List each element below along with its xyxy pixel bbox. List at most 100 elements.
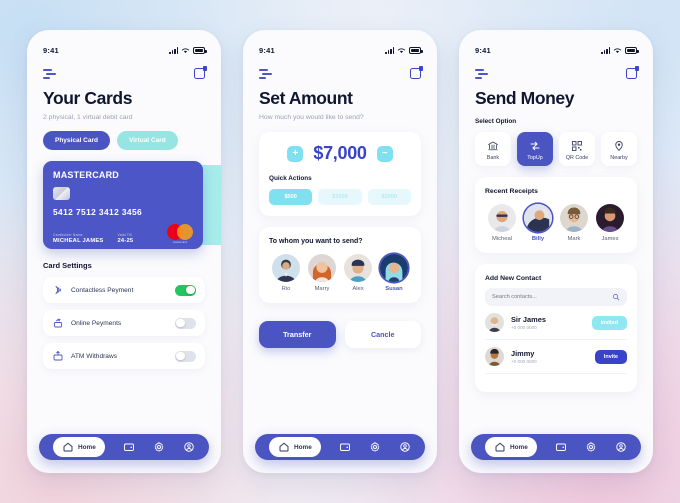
receipt-mark[interactable]: Mark — [557, 204, 591, 242]
recipient-rio[interactable]: Rio — [269, 254, 303, 292]
avatar — [485, 347, 504, 366]
search-input[interactable] — [492, 294, 612, 300]
bottom-navigation: Home — [39, 434, 209, 460]
card-valid-block: Valid Till 24-25 — [117, 233, 133, 245]
atm-icon — [53, 351, 63, 361]
home-icon — [63, 442, 73, 452]
receipt-james[interactable]: James — [593, 204, 627, 242]
gear-icon[interactable] — [369, 441, 381, 453]
mastercard-logo-text: mastercard — [173, 241, 187, 244]
invite-button[interactable]: Invite — [594, 349, 627, 364]
status-bar: 9:41 — [39, 44, 209, 57]
recipient-name: Alex — [352, 286, 364, 292]
location-pin-icon — [615, 140, 623, 151]
phone-mockups-stage: 9:41 Your Cards 2 physical, 1 virtual de… — [0, 0, 680, 503]
setting-label-atm-withdraws: ATM Withdraws — [71, 352, 118, 360]
invited-button[interactable]: Invited — [591, 315, 627, 330]
tab-virtual-card[interactable]: Virtual Card — [117, 131, 178, 150]
quick-amount-500[interactable]: $500 — [269, 189, 313, 205]
toggle-contactless[interactable] — [175, 284, 196, 296]
menu-icon[interactable] — [475, 68, 488, 79]
menu-icon[interactable] — [259, 68, 272, 79]
search-contacts-field[interactable] — [485, 288, 627, 306]
toggle-online-payments[interactable] — [175, 317, 196, 329]
contact-phone: +0 000 0000 — [511, 359, 537, 364]
contact-info: Sir James +0 000 0000 — [511, 315, 546, 330]
credit-card[interactable]: MASTERCARD 5412 7512 3412 3456 Cardholde… — [43, 161, 203, 249]
signal-icon — [385, 47, 394, 54]
notification-square-icon[interactable] — [194, 66, 207, 79]
home-icon — [495, 442, 505, 452]
nav-item-home[interactable]: Home — [485, 437, 537, 457]
receipt-name: James — [601, 236, 619, 242]
recipients-list: Rio Marry Alex Susan — [269, 254, 411, 292]
quick-amount-1500[interactable]: $1500 — [318, 189, 362, 205]
bank-icon — [488, 141, 498, 150]
profile-icon[interactable] — [399, 441, 411, 453]
notification-square-icon[interactable] — [410, 66, 423, 79]
avatar — [272, 254, 300, 282]
search-icon — [612, 293, 620, 301]
wallet-icon[interactable] — [123, 441, 135, 453]
receipt-billy[interactable]: Billy — [521, 204, 555, 242]
option-label: TopUp — [527, 155, 543, 161]
recipient-marry[interactable]: Marry — [305, 254, 339, 292]
quick-amount-2000[interactable]: $2000 — [367, 189, 411, 205]
card-valid-value: 24-25 — [117, 238, 134, 244]
nav-item-home[interactable]: Home — [269, 437, 321, 457]
transfer-button[interactable]: Transfer — [259, 321, 336, 348]
card-holder-block: Cardholder Name MICHEAL JAMES — [53, 233, 103, 245]
profile-icon[interactable] — [183, 441, 195, 453]
receipt-name: Micheal — [492, 236, 512, 242]
notification-square-icon[interactable] — [626, 66, 639, 79]
cancel-button[interactable]: Cancle — [344, 321, 421, 348]
status-icons — [169, 47, 207, 54]
mastercard-logo: mastercard — [167, 224, 193, 244]
card-settings-title: Card Settings — [43, 261, 92, 270]
recipients-title: To whom you want to send? — [269, 238, 363, 245]
nav-home-label: Home — [294, 443, 312, 451]
wallet-icon[interactable] — [339, 441, 351, 453]
profile-icon[interactable] — [615, 441, 627, 453]
gear-icon[interactable] — [153, 441, 165, 453]
decrease-amount-button[interactable]: − — [376, 145, 393, 162]
setting-row-online-payments[interactable]: Online Peyments — [43, 310, 205, 336]
setting-row-contactless[interactable]: Contactless Peyment — [43, 277, 205, 303]
recipient-susan[interactable]: Susan — [377, 254, 411, 292]
card-chip-icon — [53, 187, 70, 200]
option-bank[interactable]: Bank — [475, 132, 511, 166]
avatar — [596, 204, 624, 232]
toggle-atm-withdraws[interactable] — [175, 350, 196, 362]
phone-your-cards: 9:41 Your Cards 2 physical, 1 virtual de… — [27, 30, 221, 473]
gear-icon[interactable] — [585, 441, 597, 453]
wallet-icon[interactable] — [555, 441, 567, 453]
receipt-name: Mark — [567, 236, 581, 242]
battery-icon — [193, 47, 207, 54]
avatar — [380, 254, 408, 282]
contact-list-overflow — [485, 374, 627, 381]
status-time: 9:41 — [43, 46, 59, 55]
increase-amount-button[interactable]: + — [287, 145, 304, 162]
recipient-name: Marry — [314, 286, 330, 292]
tab-physical-card[interactable]: Physical Card — [43, 131, 110, 150]
contact-row-jimmy[interactable]: Jimmy +0 000 0000 Invite — [485, 340, 627, 374]
header-row — [255, 66, 425, 79]
wifi-icon — [181, 48, 190, 54]
quick-amount-chips: $500 $1500 $2000 — [269, 189, 411, 205]
menu-icon[interactable] — [43, 68, 56, 79]
avatar — [344, 254, 372, 282]
nav-home-label: Home — [510, 443, 528, 451]
recipient-name: Susan — [385, 286, 403, 292]
topup-icon — [530, 141, 540, 150]
page-subtitle: 2 physical, 1 virtual debit card — [43, 114, 133, 121]
setting-row-atm-withdraws[interactable]: ATM Withdraws — [43, 343, 205, 369]
recipient-alex[interactable]: Alex — [341, 254, 375, 292]
qr-code-icon — [572, 140, 582, 151]
option-qr-code[interactable]: QR Code — [559, 132, 595, 166]
status-bar: 9:41 — [471, 44, 641, 57]
option-topup[interactable]: TopUp — [517, 132, 553, 166]
nav-item-home[interactable]: Home — [53, 437, 105, 457]
contact-row-sir-james[interactable]: Sir James +0 000 0000 Invited — [485, 306, 627, 340]
receipt-micheal[interactable]: Micheal — [485, 204, 519, 242]
option-nearby[interactable]: Nearby — [601, 132, 637, 166]
